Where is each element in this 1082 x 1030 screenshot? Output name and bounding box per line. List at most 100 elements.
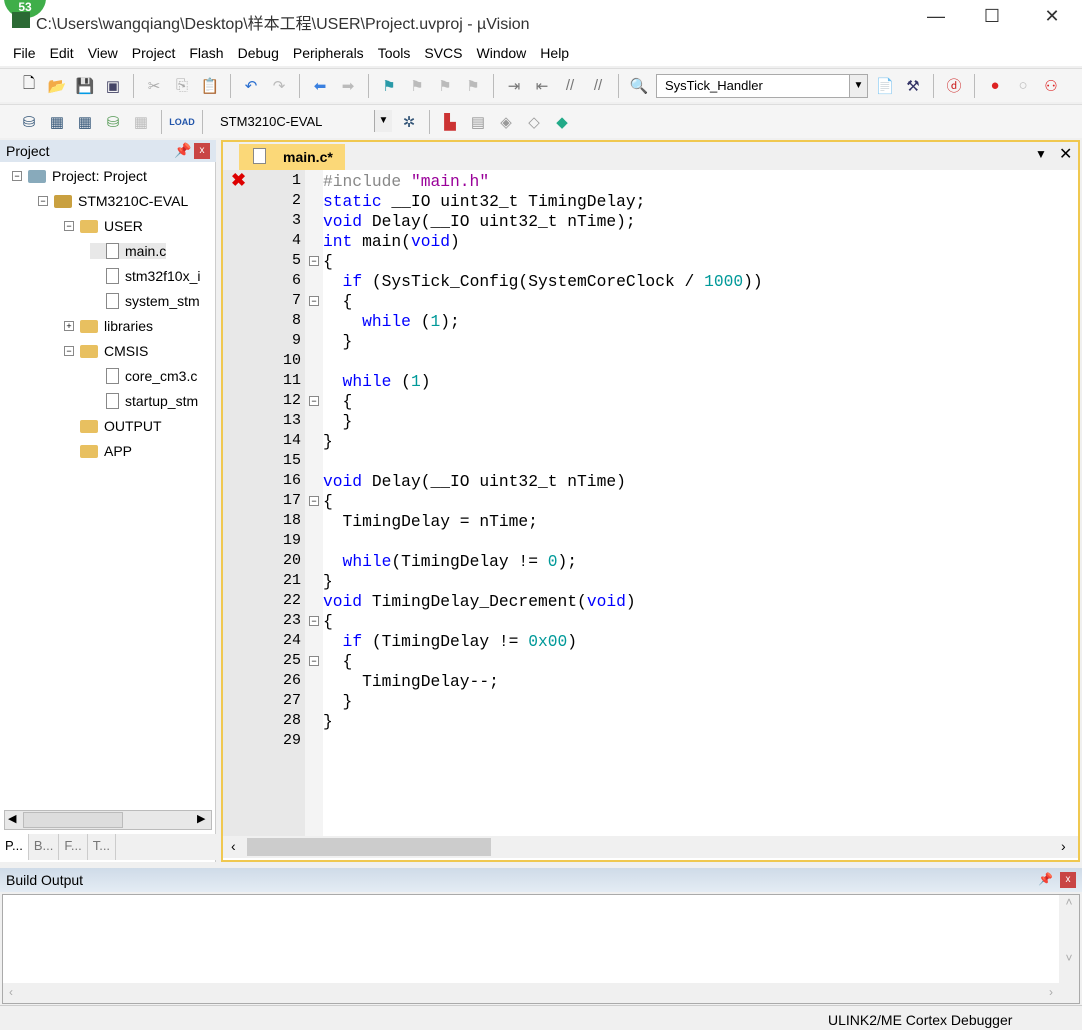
batch-build-icon[interactable]: ⛁ xyxy=(102,111,124,133)
fold-toggle-icon[interactable]: − xyxy=(309,656,319,666)
indent-icon[interactable]: ⇥ xyxy=(503,75,525,97)
code-line[interactable]: void TimingDelay_Decrement(void) xyxy=(323,592,636,611)
find-in-files-icon[interactable]: 🔍 xyxy=(628,75,650,97)
find-icon[interactable]: ⚒ xyxy=(902,75,924,97)
copy-icon[interactable]: ⎘ xyxy=(171,75,193,97)
tree-item[interactable]: − STM3210C-EVAL xyxy=(38,193,188,209)
prev-bookmark-icon[interactable]: ⚑ xyxy=(406,75,428,97)
rebuild-icon[interactable]: ▦ xyxy=(74,111,96,133)
scroll-thumb[interactable] xyxy=(23,812,123,828)
pin-icon[interactable]: 📌 xyxy=(174,142,191,159)
tree-item[interactable]: OUTPUT xyxy=(64,418,162,434)
tree-item[interactable]: + libraries xyxy=(64,318,153,334)
code-line[interactable]: void Delay(__IO uint32_t nTime); xyxy=(323,212,636,231)
redo-icon[interactable]: ↷ xyxy=(268,75,290,97)
code-line[interactable]: } xyxy=(323,692,353,711)
translate-icon[interactable]: ⛁ xyxy=(18,111,40,133)
code-line[interactable]: static __IO uint32_t TimingDelay; xyxy=(323,192,645,211)
comment-icon[interactable]: // xyxy=(559,75,581,97)
menu-file[interactable]: File xyxy=(6,38,43,66)
disable-breakpoint-icon[interactable]: ○ xyxy=(1012,75,1034,97)
fold-toggle-icon[interactable]: − xyxy=(309,396,319,406)
tree-item[interactable]: − USER xyxy=(64,218,143,234)
function-combo[interactable]: SysTick_Handler ▼ xyxy=(656,73,868,98)
tab-main-c[interactable]: main.c* xyxy=(239,144,345,170)
fold-toggle-icon[interactable]: − xyxy=(309,256,319,266)
incremental-find-icon[interactable]: 📄 xyxy=(874,75,896,97)
menu-flash[interactable]: Flash xyxy=(182,38,230,66)
menu-view[interactable]: View xyxy=(81,38,125,66)
hscrollbar[interactable]: ‹ › xyxy=(3,983,1079,1003)
save-icon[interactable]: 💾 xyxy=(74,75,96,97)
tab-list-icon[interactable]: ▼ xyxy=(1035,147,1047,161)
tree-item[interactable]: − Project: Project xyxy=(12,168,147,184)
target-options-icon[interactable]: ✲ xyxy=(398,111,420,133)
manage-rte-icon[interactable]: ◈ xyxy=(495,111,517,133)
tree-item[interactable]: main.c xyxy=(90,243,167,259)
scroll-left-icon[interactable]: ‹ xyxy=(231,838,236,854)
code-line[interactable]: #include "main.h" xyxy=(323,172,489,191)
tree-item[interactable]: stm32f10x_i xyxy=(90,268,200,284)
code-line[interactable]: { xyxy=(323,492,333,511)
code-line[interactable]: } xyxy=(323,412,353,431)
code-line[interactable]: { xyxy=(323,652,353,671)
menu-tools[interactable]: Tools xyxy=(371,38,418,66)
code-line[interactable]: } xyxy=(323,712,333,731)
code-line[interactable]: { xyxy=(323,292,353,311)
code-line[interactable]: TimingDelay--; xyxy=(323,672,499,691)
paste-icon[interactable]: 📋 xyxy=(199,75,221,97)
code-line[interactable]: while (1) xyxy=(323,372,431,391)
expand-toggle-icon[interactable]: − xyxy=(64,346,74,356)
code-line[interactable]: void Delay(__IO uint32_t nTime) xyxy=(323,472,626,491)
scroll-right-icon[interactable]: ▶ xyxy=(197,812,205,825)
fold-toggle-icon[interactable]: − xyxy=(309,616,319,626)
fold-toggle-icon[interactable]: − xyxy=(309,496,319,506)
breakpoint-icon[interactable]: ● xyxy=(984,75,1006,97)
code-line[interactable]: } xyxy=(323,572,333,591)
next-bookmark-icon[interactable]: ⚑ xyxy=(434,75,456,97)
maximize-button[interactable]: ☐ xyxy=(972,6,1012,32)
open-icon[interactable]: 📂 xyxy=(46,75,68,97)
build-output-area[interactable]: ˄ ˅ ‹ › xyxy=(2,894,1080,1004)
unindent-icon[interactable]: ⇤ xyxy=(531,75,553,97)
close-panel-icon[interactable]: x xyxy=(1060,872,1076,888)
debug-session-icon[interactable]: ⓓ xyxy=(943,75,965,97)
close-tab-icon[interactable]: ✕ xyxy=(1059,144,1072,164)
uncomment-icon[interactable]: // xyxy=(587,75,609,97)
code-line[interactable]: } xyxy=(323,432,333,451)
code-line[interactable]: while(TimingDelay != 0); xyxy=(323,552,578,571)
tree-item[interactable]: core_cm3.c xyxy=(90,368,197,384)
pin-icon[interactable]: 📌 xyxy=(1038,872,1053,886)
scroll-left-icon[interactable]: ◀ xyxy=(8,812,16,825)
editor-hscrollbar[interactable]: ‹ › xyxy=(223,836,1078,858)
menu-window[interactable]: Window xyxy=(470,38,534,66)
menu-edit[interactable]: Edit xyxy=(43,38,81,66)
target-combo[interactable]: STM3210C-EVAL ▼ xyxy=(212,109,392,134)
vscrollbar[interactable]: ˄ ˅ xyxy=(1059,895,1079,983)
close-panel-icon[interactable]: x xyxy=(194,143,210,159)
save-all-icon[interactable]: ▣ xyxy=(102,75,124,97)
functions-tab[interactable]: F... xyxy=(59,834,88,860)
code-line[interactable]: } xyxy=(323,332,353,351)
tree-hscrollbar[interactable]: ◀ ▶ xyxy=(4,810,212,830)
menu-help[interactable]: Help xyxy=(533,38,576,66)
code-area[interactable]: 1 #include "main.h" 2 static __IO uint32_t … xyxy=(223,170,1078,836)
new-file-icon[interactable]: 🗋 xyxy=(18,75,40,97)
tree-item[interactable]: startup_stm xyxy=(90,393,198,409)
code-line[interactable]: TimingDelay = nTime; xyxy=(323,512,538,531)
code-line[interactable]: { xyxy=(323,252,333,271)
error-marker-icon[interactable]: ✖ xyxy=(231,170,246,191)
tree-item[interactable]: system_stm xyxy=(90,293,200,309)
undo-icon[interactable]: ↶ xyxy=(240,75,262,97)
cut-icon[interactable]: ✂ xyxy=(143,75,165,97)
scroll-thumb[interactable] xyxy=(247,838,491,856)
scroll-right-icon[interactable]: › xyxy=(1061,838,1066,854)
expand-toggle-icon[interactable]: − xyxy=(38,196,48,206)
kill-breakpoints-icon[interactable]: ⚇ xyxy=(1040,75,1062,97)
code-line[interactable]: int main(void) xyxy=(323,232,460,251)
expand-toggle-icon[interactable]: − xyxy=(64,221,74,231)
build-icon[interactable]: ▦ xyxy=(46,111,68,133)
bookmark-icon[interactable]: ⚑ xyxy=(378,75,400,97)
load-icon[interactable]: LOAD xyxy=(169,111,195,133)
manage-components-icon[interactable]: ▙ xyxy=(439,111,461,133)
